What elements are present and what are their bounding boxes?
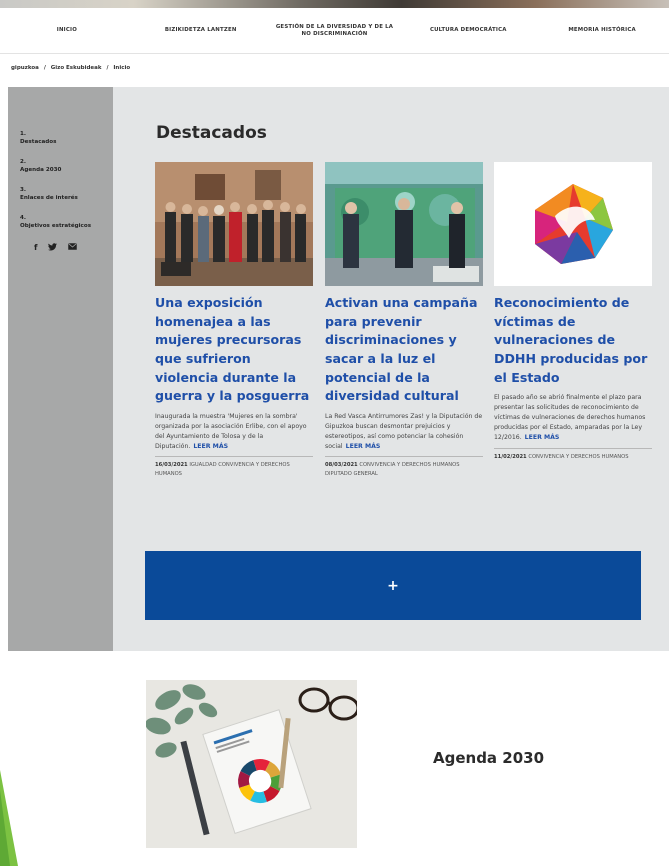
- sidebar-item-destacados[interactable]: 1. Destacados: [20, 131, 113, 146]
- news-card-text: Inaugurada la muestra 'Mujeres en la som…: [155, 412, 307, 450]
- news-card-summary: El pasado año se abrió finalmente el pla…: [494, 393, 652, 443]
- social-links: f: [20, 243, 113, 253]
- featured-title: Destacados: [156, 123, 267, 143]
- twitter-icon[interactable]: [48, 243, 58, 253]
- news-card-date: 11/02/2021: [494, 453, 527, 460]
- news-card-summary: La Red Vasca Antirrumores Zas! y la Dipu…: [325, 412, 483, 452]
- email-icon[interactable]: [68, 243, 78, 253]
- news-card-title[interactable]: Reconocimiento de víctimas de vulneracio…: [494, 294, 652, 387]
- load-more-button[interactable]: +: [145, 551, 641, 620]
- news-card-summary: Inaugurada la muestra 'Mujeres en la som…: [155, 412, 313, 452]
- nav-item-memoria[interactable]: MEMORIA HISTÓRICA: [535, 27, 669, 34]
- nav-item-bizikidetza[interactable]: BIZIKIDETZA LANTZEN: [134, 27, 268, 34]
- news-card-date: 08/03/2021: [325, 462, 358, 469]
- sidebar: 1. Destacados 2. Agenda 2030 3. Enlaces …: [8, 87, 113, 651]
- read-more-link[interactable]: LEER MÁS: [193, 443, 228, 450]
- news-card-title[interactable]: Una exposición homenajea a las mujeres p…: [155, 294, 313, 406]
- breadcrumb-separator: /: [106, 65, 109, 71]
- news-card-text: El pasado año se abrió finalmente el pla…: [494, 394, 646, 441]
- news-card-date: 16/03/2021: [155, 462, 188, 469]
- nav-item-diversidad[interactable]: GESTIÓN DE LA DIVERSIDAD Y DE LA NO DISC…: [268, 24, 402, 38]
- news-card: Reconocimiento de víctimas de vulneracio…: [494, 162, 652, 461]
- agenda-image[interactable]: [146, 680, 357, 848]
- news-card-meta: 08/03/2021 CONVIVENCIA Y DERECHOS HUMANO…: [325, 456, 483, 478]
- news-card-meta: 16/03/2021 IGUALDAD CONVIVENCIA Y DERECH…: [155, 456, 313, 478]
- read-more-link[interactable]: LEER MÁS: [346, 443, 381, 450]
- featured-section: Destacados Una exposición homenajea a la…: [113, 87, 669, 651]
- news-card: Una exposición homenajea a las mujeres p…: [155, 162, 313, 478]
- breadcrumb-separator: /: [43, 65, 46, 71]
- sidebar-item-objetivos[interactable]: 4. Objetivos estratégicos: [20, 215, 113, 230]
- sidebar-item-enlaces[interactable]: 3. Enlaces de interés: [20, 187, 113, 202]
- facebook-icon[interactable]: f: [34, 243, 37, 253]
- news-card-tags[interactable]: CONVIVENCIA Y DERECHOS HUMANOS: [528, 454, 628, 460]
- news-card: Activan una campaña para prevenir discri…: [325, 162, 483, 478]
- nav-item-cultura[interactable]: CULTURA DEMOCRÁTICA: [401, 27, 535, 34]
- news-card-image[interactable]: [325, 162, 483, 286]
- agenda-title: Agenda 2030: [433, 749, 545, 767]
- breadcrumb-gipuzkoa[interactable]: gipuzkoa: [11, 65, 39, 71]
- breadcrumb-current: Inicio: [113, 65, 131, 71]
- header-photo-strip: [0, 0, 669, 8]
- breadcrumb-giza-eskubideak[interactable]: Gizo Eskubideak: [51, 65, 102, 71]
- news-card-image[interactable]: [155, 162, 313, 286]
- main-navigation: INICIO BIZIKIDETZA LANTZEN GESTIÓN DE LA…: [0, 8, 669, 54]
- news-card-meta: 11/02/2021 CONVIVENCIA Y DERECHOS HUMANO…: [494, 447, 652, 461]
- news-card-title[interactable]: Activan una campaña para prevenir discri…: [325, 294, 483, 406]
- nav-item-inicio[interactable]: INICIO: [0, 27, 134, 34]
- breadcrumb: gipuzkoa / Gizo Eskubideak / Inicio: [11, 65, 133, 71]
- decorative-green-shape: [0, 770, 18, 866]
- news-card-image[interactable]: [494, 162, 652, 286]
- sidebar-item-agenda[interactable]: 2. Agenda 2030: [20, 159, 113, 174]
- read-more-link[interactable]: LEER MÁS: [525, 434, 560, 441]
